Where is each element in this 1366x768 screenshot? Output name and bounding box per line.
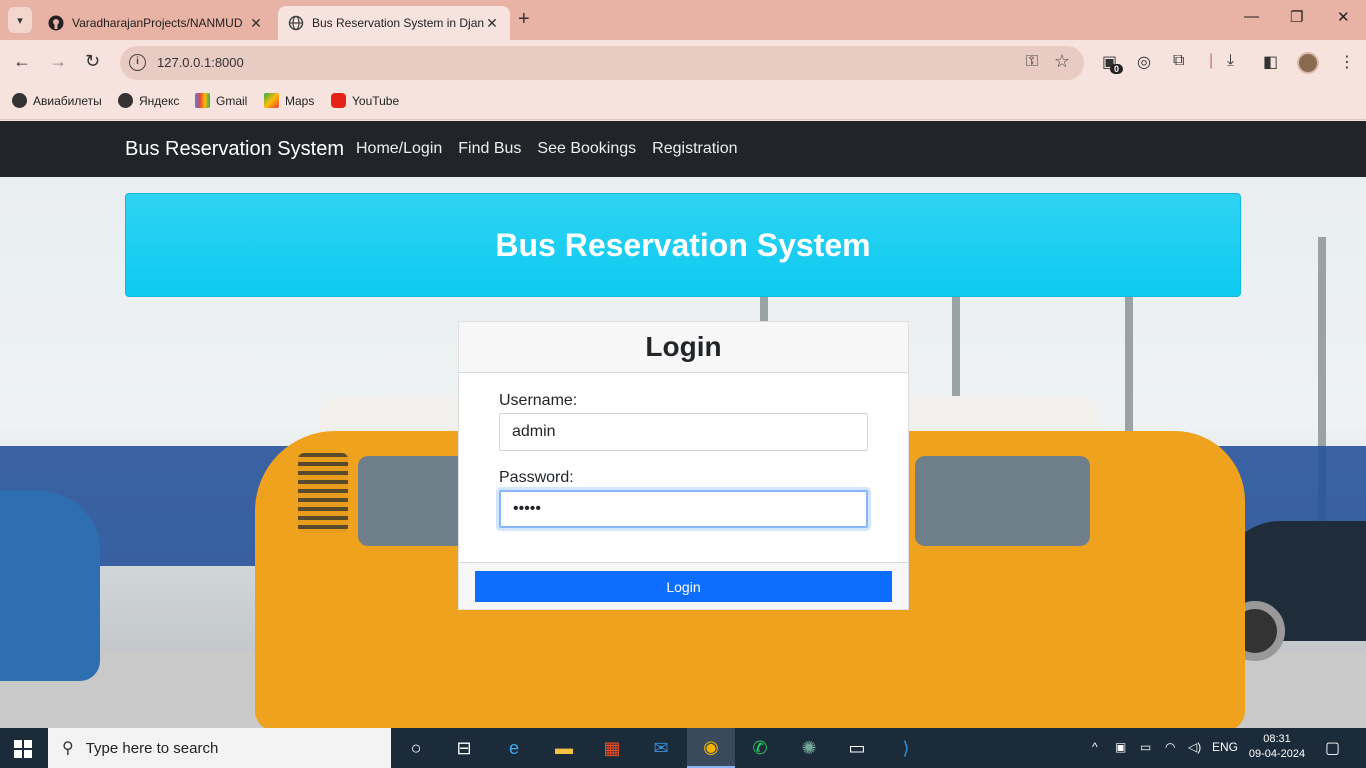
bookmark-label: Gmail: [216, 93, 248, 108]
download-icon[interactable]: ⤓: [1227, 52, 1234, 70]
bookmark-item[interactable]: Яндекс: [118, 93, 179, 108]
nav-home-login-link[interactable]: Home/Login: [356, 140, 442, 158]
menu-kebab-icon[interactable]: ⋮: [1339, 52, 1355, 72]
battery-icon[interactable]: ▭: [1140, 740, 1151, 754]
bookmark-label: Яндекс: [139, 93, 180, 108]
address-bar[interactable]: i 127.0.0.1:8000 ⚿ ☆: [120, 46, 1084, 80]
nav-links: Home/Login Find Bus See Bookings Registr…: [356, 140, 738, 158]
globe-icon: [12, 93, 27, 108]
site-navbar: Bus Reservation System Home/Login Find B…: [0, 121, 1366, 177]
van-window: [915, 456, 1090, 546]
maps-icon: [264, 93, 279, 108]
password-input[interactable]: [499, 490, 868, 528]
terminal-icon[interactable]: ▭: [833, 728, 881, 768]
taskbar-clock[interactable]: 08:31 09-04-2024: [1244, 732, 1310, 762]
language-indicator[interactable]: ENG: [1212, 740, 1238, 754]
login-card-footer: Login: [459, 562, 908, 609]
cortana-icon[interactable]: ○: [392, 728, 440, 768]
browser-tab-strip: ▾ VaradharajanProjects/NANMUD ✕ Bus Rese…: [0, 0, 1366, 40]
close-tab-icon[interactable]: ✕: [484, 15, 500, 32]
store-icon[interactable]: ▦: [588, 728, 636, 768]
login-card: Login Username: Password: Login: [458, 321, 909, 610]
reload-button[interactable]: ↻: [85, 51, 100, 72]
forward-button[interactable]: →: [49, 51, 67, 72]
login-form: Username: Password:: [499, 392, 869, 528]
back-button[interactable]: ←: [13, 51, 31, 72]
username-label: Username:: [499, 392, 578, 409]
globe-icon: [288, 15, 304, 31]
whatsapp-icon[interactable]: ✆: [736, 728, 784, 768]
tab-github[interactable]: VaradharajanProjects/NANMUD ✕: [38, 6, 274, 40]
login-card-header: Login: [459, 322, 908, 373]
task-view-icon[interactable]: ⊟: [440, 728, 488, 768]
wifi-icon[interactable]: ◠: [1165, 740, 1175, 754]
taskbar-search-box[interactable]: ⚲ Type here to search: [48, 728, 391, 768]
extension-circle-icon[interactable]: ◎: [1137, 52, 1151, 72]
extensions-puzzle-icon[interactable]: ⧉: [1173, 52, 1184, 70]
clock-time: 08:31: [1263, 733, 1291, 745]
background-blue-car: [0, 491, 100, 681]
login-title: Login: [645, 331, 722, 362]
bookmark-item[interactable]: Maps: [264, 93, 314, 108]
nav-registration-link[interactable]: Registration: [652, 140, 737, 158]
bookmark-star-icon[interactable]: ☆: [1054, 51, 1070, 72]
van-vent: [298, 453, 348, 533]
site-info-icon[interactable]: i: [129, 54, 146, 71]
edge-icon[interactable]: e: [490, 728, 538, 768]
minimize-window-icon[interactable]: —: [1244, 8, 1259, 25]
bookmark-label: Maps: [285, 93, 315, 108]
username-group: Username:: [499, 392, 869, 451]
bookmark-label: YouTube: [352, 93, 400, 108]
extension-badge: 0: [1110, 64, 1124, 74]
file-explorer-icon[interactable]: ▬: [540, 728, 588, 768]
password-key-icon[interactable]: ⚿: [1026, 53, 1038, 71]
windows-taskbar: ⚲ Type here to search ○ ⊟ e ▬ ▦ ✉ ◉ ✆ ✺ …: [0, 728, 1366, 768]
browser-toolbar: ← → ↻ i 127.0.0.1:8000 ⚿ ☆ ▣ 0 ◎ ⧉ | ⤓ ◧…: [0, 40, 1366, 86]
web-page: Bus Reservation System Home/Login Find B…: [0, 121, 1366, 728]
youtube-icon: [331, 93, 346, 108]
clock-date: 09-04-2024: [1248, 748, 1306, 760]
profile-avatar[interactable]: [1297, 52, 1319, 74]
bookmark-item[interactable]: Авиабилеты: [12, 93, 102, 108]
tab-bus-reservation[interactable]: Bus Reservation System in Djan ✕: [278, 6, 510, 40]
password-label: Password:: [499, 469, 574, 486]
search-icon: ⚲: [62, 740, 74, 757]
new-tab-button[interactable]: +: [518, 8, 530, 31]
nav-find-bus-link[interactable]: Find Bus: [458, 140, 521, 158]
bookmarks-bar: Авиабилеты Яндекс Gmail Maps YouTube: [0, 86, 1366, 120]
close-tab-icon[interactable]: ✕: [248, 15, 264, 32]
password-group: Password:: [499, 469, 869, 528]
github-icon: [48, 15, 64, 31]
bookmark-label: Авиабилеты: [33, 93, 102, 108]
title-banner: Bus Reservation System: [125, 193, 1241, 297]
tab-title: Bus Reservation System in Djan: [312, 16, 484, 30]
side-panel-icon[interactable]: ◧: [1263, 52, 1278, 72]
vscode-icon[interactable]: ⟩: [882, 728, 930, 768]
chatgpt-icon[interactable]: ✺: [785, 728, 833, 768]
banner-title: Bus Reservation System: [495, 226, 871, 263]
nav-see-bookings-link[interactable]: See Bookings: [537, 140, 636, 158]
volume-icon[interactable]: ◁): [1188, 740, 1201, 754]
bookmark-item[interactable]: Gmail: [195, 93, 247, 108]
mail-icon[interactable]: ✉: [637, 728, 685, 768]
login-button[interactable]: Login: [475, 571, 892, 602]
tab-title: VaradharajanProjects/NANMUD: [72, 16, 243, 30]
globe-icon: [118, 93, 133, 108]
toolbar-divider: |: [1209, 52, 1214, 69]
site-brand-link[interactable]: Bus Reservation System: [125, 138, 344, 161]
chrome-icon[interactable]: ◉: [687, 728, 735, 768]
restore-window-icon[interactable]: ❐: [1290, 8, 1303, 26]
tray-device-icon[interactable]: ▣: [1115, 740, 1126, 754]
username-input[interactable]: [499, 413, 868, 451]
gmail-icon: [195, 93, 210, 108]
taskbar-search-placeholder: Type here to search: [85, 739, 219, 757]
url-text[interactable]: 127.0.0.1:8000: [157, 55, 244, 70]
bookmark-item[interactable]: YouTube: [331, 93, 399, 108]
tab-search-button[interactable]: ▾: [8, 7, 32, 33]
notifications-icon[interactable]: ▢: [1325, 738, 1340, 758]
tray-chevron-icon[interactable]: ^: [1092, 740, 1098, 754]
windows-start-icon[interactable]: [14, 740, 32, 758]
close-window-icon[interactable]: ✕: [1337, 8, 1350, 26]
